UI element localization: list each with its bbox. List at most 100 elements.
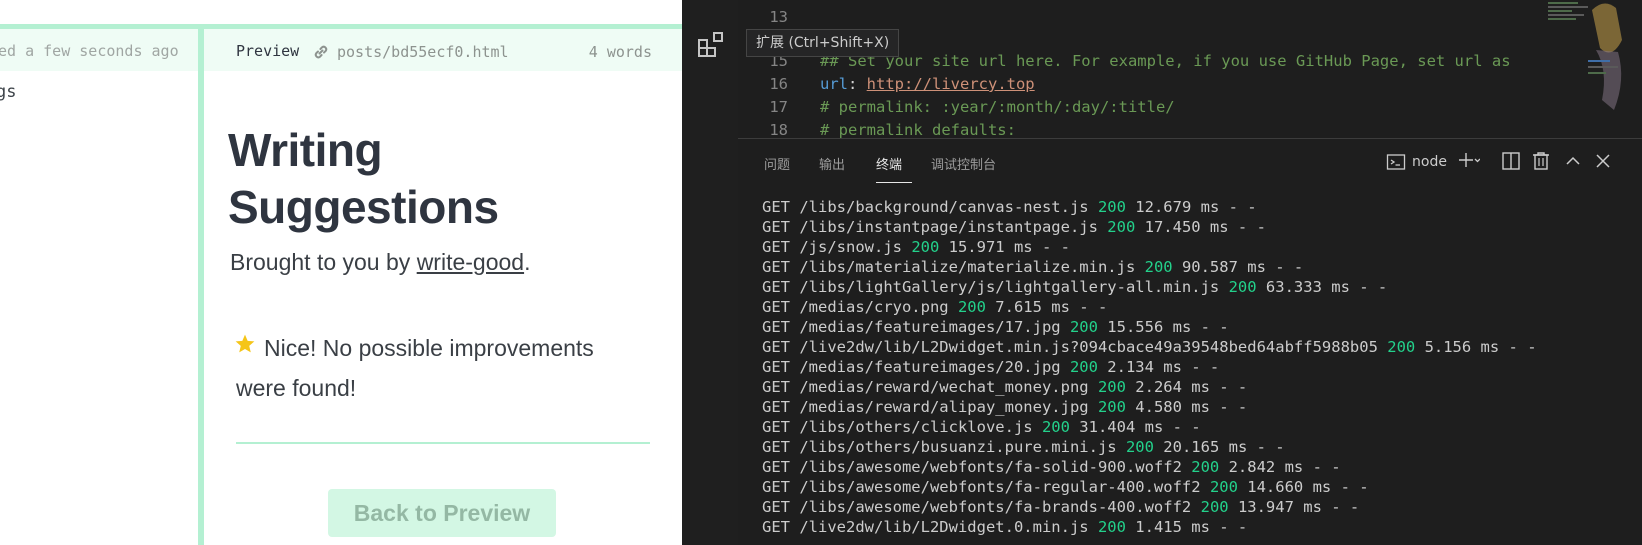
activity-bar <box>682 0 738 545</box>
response-time: 2.134 ms - - <box>1097 358 1220 376</box>
terminal-line: GET /libs/materialize/materialize.min.js… <box>762 257 1632 277</box>
code-comment: # permalink: :year/:month/:day/:title/ <box>820 98 1175 116</box>
request-path: GET /medias/reward/alipay_money.jpg <box>762 398 1098 416</box>
trash-icon[interactable] <box>1530 150 1552 172</box>
request-path: GET /libs/instantpage/instantpage.js <box>762 218 1108 236</box>
status-code: 200 <box>1200 498 1229 516</box>
request-path: GET /medias/reward/wechat_money.png <box>762 378 1098 396</box>
link-icon <box>314 45 328 59</box>
response-time: 12.679 ms - - <box>1125 198 1257 216</box>
subtitle-suffix: . <box>524 249 531 275</box>
preview-label: Preview <box>236 42 300 60</box>
subtitle-prefix: Brought to you by <box>230 249 417 275</box>
line-number: 16 <box>769 75 788 93</box>
status-code: 200 <box>1041 418 1070 436</box>
code-url-link[interactable]: http://livercy.top <box>867 75 1035 93</box>
extensions-icon[interactable] <box>696 30 726 60</box>
response-time: 17.450 ms - - <box>1135 218 1266 236</box>
saved-status: ed a few seconds ago <box>0 42 179 60</box>
line-number: 17 <box>769 98 788 116</box>
tab-output[interactable]: 输出 <box>819 154 845 173</box>
editor-code-area[interactable]: 13 15 ## Set your site url here. For exa… <box>738 0 1642 138</box>
request-path: GET /live2dw/lib/L2Dwidget.0.min.js <box>762 518 1098 536</box>
response-time: 90.587 ms - - <box>1172 258 1304 276</box>
terminal-output[interactable]: GET /libs/background/canvas-nest.js 200 … <box>762 197 1632 537</box>
response-time: 20.165 ms - - <box>1153 438 1285 456</box>
extensions-tooltip: 扩展 (Ctrl+Shift+X) <box>746 29 900 57</box>
terminal-icon[interactable] <box>1386 152 1406 172</box>
response-time: 15.971 ms - - <box>939 238 1070 256</box>
tab-debug-console[interactable]: 调试控制台 <box>931 154 996 173</box>
status-code: 200 <box>1228 278 1257 296</box>
code-comment: ## Set your site url here. For example, … <box>820 52 1511 70</box>
preview-pane <box>204 29 682 545</box>
request-path: GET /libs/awesome/webfonts/fa-solid-900.… <box>762 458 1192 476</box>
status-code: 200 <box>1191 458 1220 476</box>
request-path: GET /libs/lightGallery/js/lightgallery-a… <box>762 278 1229 296</box>
writing-app: ed a few seconds ago gs Preview posts/bd… <box>0 0 682 545</box>
response-time: 63.333 ms - - <box>1256 278 1388 296</box>
editor-pane[interactable] <box>0 29 198 545</box>
active-tab-indicator <box>876 182 912 183</box>
suggestions-subtitle: Brought to you by write-good. <box>230 249 530 276</box>
request-path: GET /medias/featureimages/20.jpg <box>762 358 1070 376</box>
minimap-decoration <box>1548 2 1622 110</box>
app-top-bar <box>0 0 682 24</box>
code-separator: : <box>848 75 867 93</box>
status-code: 200 <box>1069 358 1098 376</box>
preview-path-link[interactable]: posts/bd55ecf0.html <box>337 43 509 61</box>
terminal-line: GET /libs/others/busuanzi.pure.mini.js 2… <box>762 437 1632 457</box>
response-time: 2.264 ms - - <box>1125 378 1248 396</box>
terminal-line: GET /js/snow.js 200 15.971 ms - - <box>762 237 1632 257</box>
terminal-line: GET /libs/background/canvas-nest.js 200 … <box>762 197 1632 217</box>
request-path: GET /libs/background/canvas-nest.js <box>762 198 1098 216</box>
code-comment: # permalink_defaults: <box>820 121 1016 138</box>
response-time: 13.947 ms - - <box>1228 498 1360 516</box>
status-code: 200 <box>911 238 940 256</box>
status-code: 200 <box>1097 198 1126 216</box>
status-code: 200 <box>1144 258 1173 276</box>
response-time: 7.615 ms - - <box>985 298 1108 316</box>
code-key: url <box>820 75 848 93</box>
status-code: 200 <box>1069 318 1098 336</box>
back-to-preview-button[interactable]: Back to Preview <box>328 489 556 537</box>
terminal-line: GET /live2dw/lib/L2Dwidget.min.js?094cba… <box>762 337 1632 357</box>
tab-problems[interactable]: 问题 <box>764 154 790 173</box>
editor-text[interactable]: gs <box>0 82 16 102</box>
response-time: 15.556 ms - - <box>1097 318 1229 336</box>
status-code: 200 <box>1097 398 1126 416</box>
write-good-link[interactable]: write-good <box>417 249 524 275</box>
terminal-shell-name[interactable]: node <box>1412 154 1447 170</box>
request-path: GET /libs/awesome/webfonts/fa-brands-400… <box>762 498 1201 516</box>
bottom-panel: 问题 输出 终端 调试控制台 node GET /libs/background… <box>738 138 1642 545</box>
request-path: GET /medias/featureimages/17.jpg <box>762 318 1070 336</box>
terminal-line: GET /medias/featureimages/20.jpg 200 2.1… <box>762 357 1632 377</box>
suggestions-title: Writing Suggestions <box>228 124 499 233</box>
terminal-line: GET /libs/instantpage/instantpage.js 200… <box>762 217 1632 237</box>
status-code: 200 <box>957 298 986 316</box>
request-path: GET /medias/cryo.png <box>762 298 958 316</box>
tab-terminal[interactable]: 终端 <box>876 154 902 173</box>
status-code: 200 <box>1125 438 1154 456</box>
terminal-line: GET /libs/awesome/webfonts/fa-solid-900.… <box>762 457 1632 477</box>
split-terminal-icon[interactable] <box>1500 150 1522 172</box>
response-time: 14.660 ms - - <box>1237 478 1369 496</box>
minimap[interactable] <box>1542 0 1642 138</box>
terminal-line: GET /medias/reward/wechat_money.png 200 … <box>762 377 1632 397</box>
terminal-line: GET /libs/lightGallery/js/lightgallery-a… <box>762 277 1632 297</box>
line-number: 13 <box>769 8 788 26</box>
response-time: 4.580 ms - - <box>1125 398 1248 416</box>
request-path: GET /libs/others/clicklove.js <box>762 418 1042 436</box>
status-code: 200 <box>1209 478 1238 496</box>
status-code: 200 <box>1097 518 1126 536</box>
maximize-panel-icon[interactable] <box>1562 150 1584 172</box>
request-path: GET /js/snow.js <box>762 238 912 256</box>
new-terminal-icon[interactable] <box>1458 150 1480 172</box>
response-time: 5.156 ms - - <box>1415 338 1537 356</box>
status-code: 200 <box>1387 338 1416 356</box>
close-panel-icon[interactable] <box>1592 150 1614 172</box>
line-number: 18 <box>769 121 788 138</box>
terminal-line: GET /libs/awesome/webfonts/fa-brands-400… <box>762 497 1632 517</box>
response-time: 31.404 ms - - <box>1069 418 1201 436</box>
terminal-line: GET /medias/cryo.png 200 7.615 ms - - <box>762 297 1632 317</box>
